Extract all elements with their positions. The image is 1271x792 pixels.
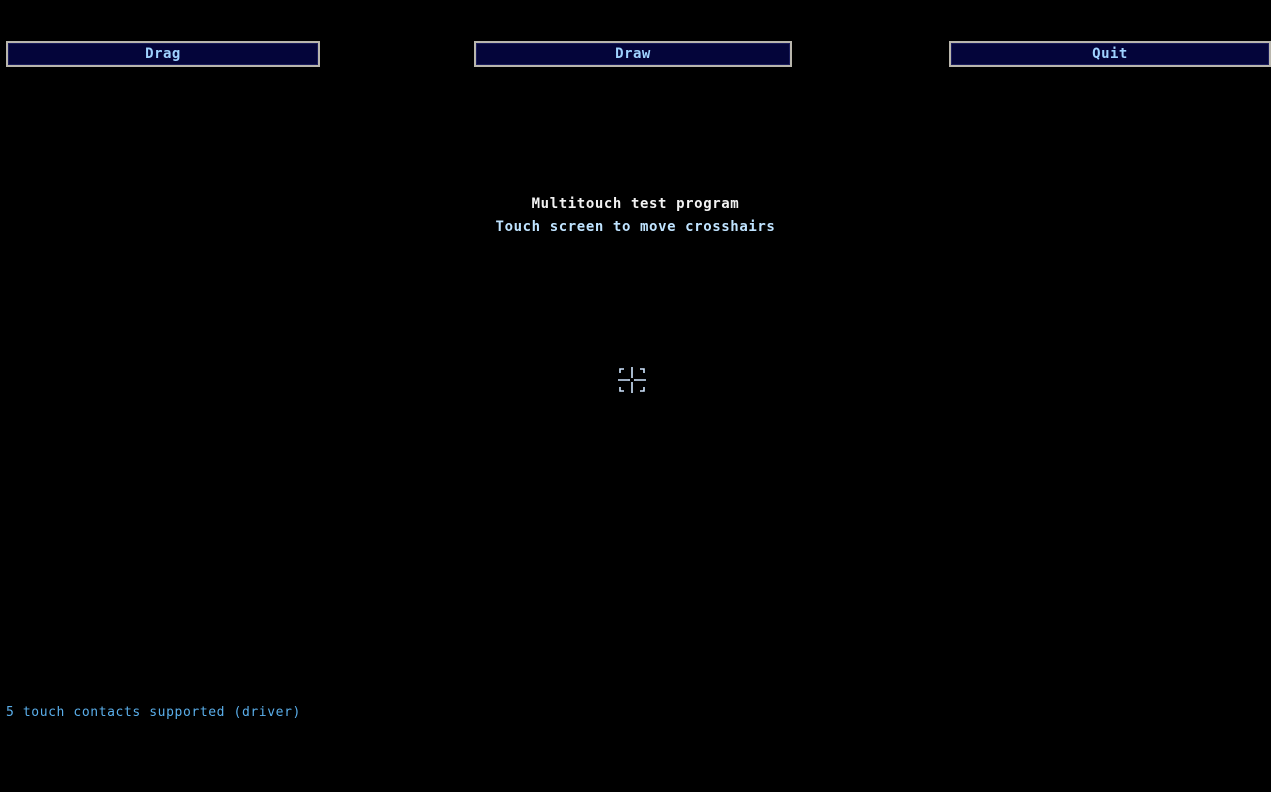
draw-button[interactable]: Draw — [474, 41, 792, 67]
drag-button[interactable]: Drag — [6, 41, 320, 67]
touch-contacts-status: 5 touch contacts supported (driver) — [6, 705, 301, 720]
program-title: Multitouch test program — [531, 196, 740, 212]
instruction-text: Touch screen to move crosshairs — [495, 219, 776, 235]
quit-button[interactable]: Quit — [949, 41, 1271, 67]
crosshair-icon — [616, 365, 648, 395]
